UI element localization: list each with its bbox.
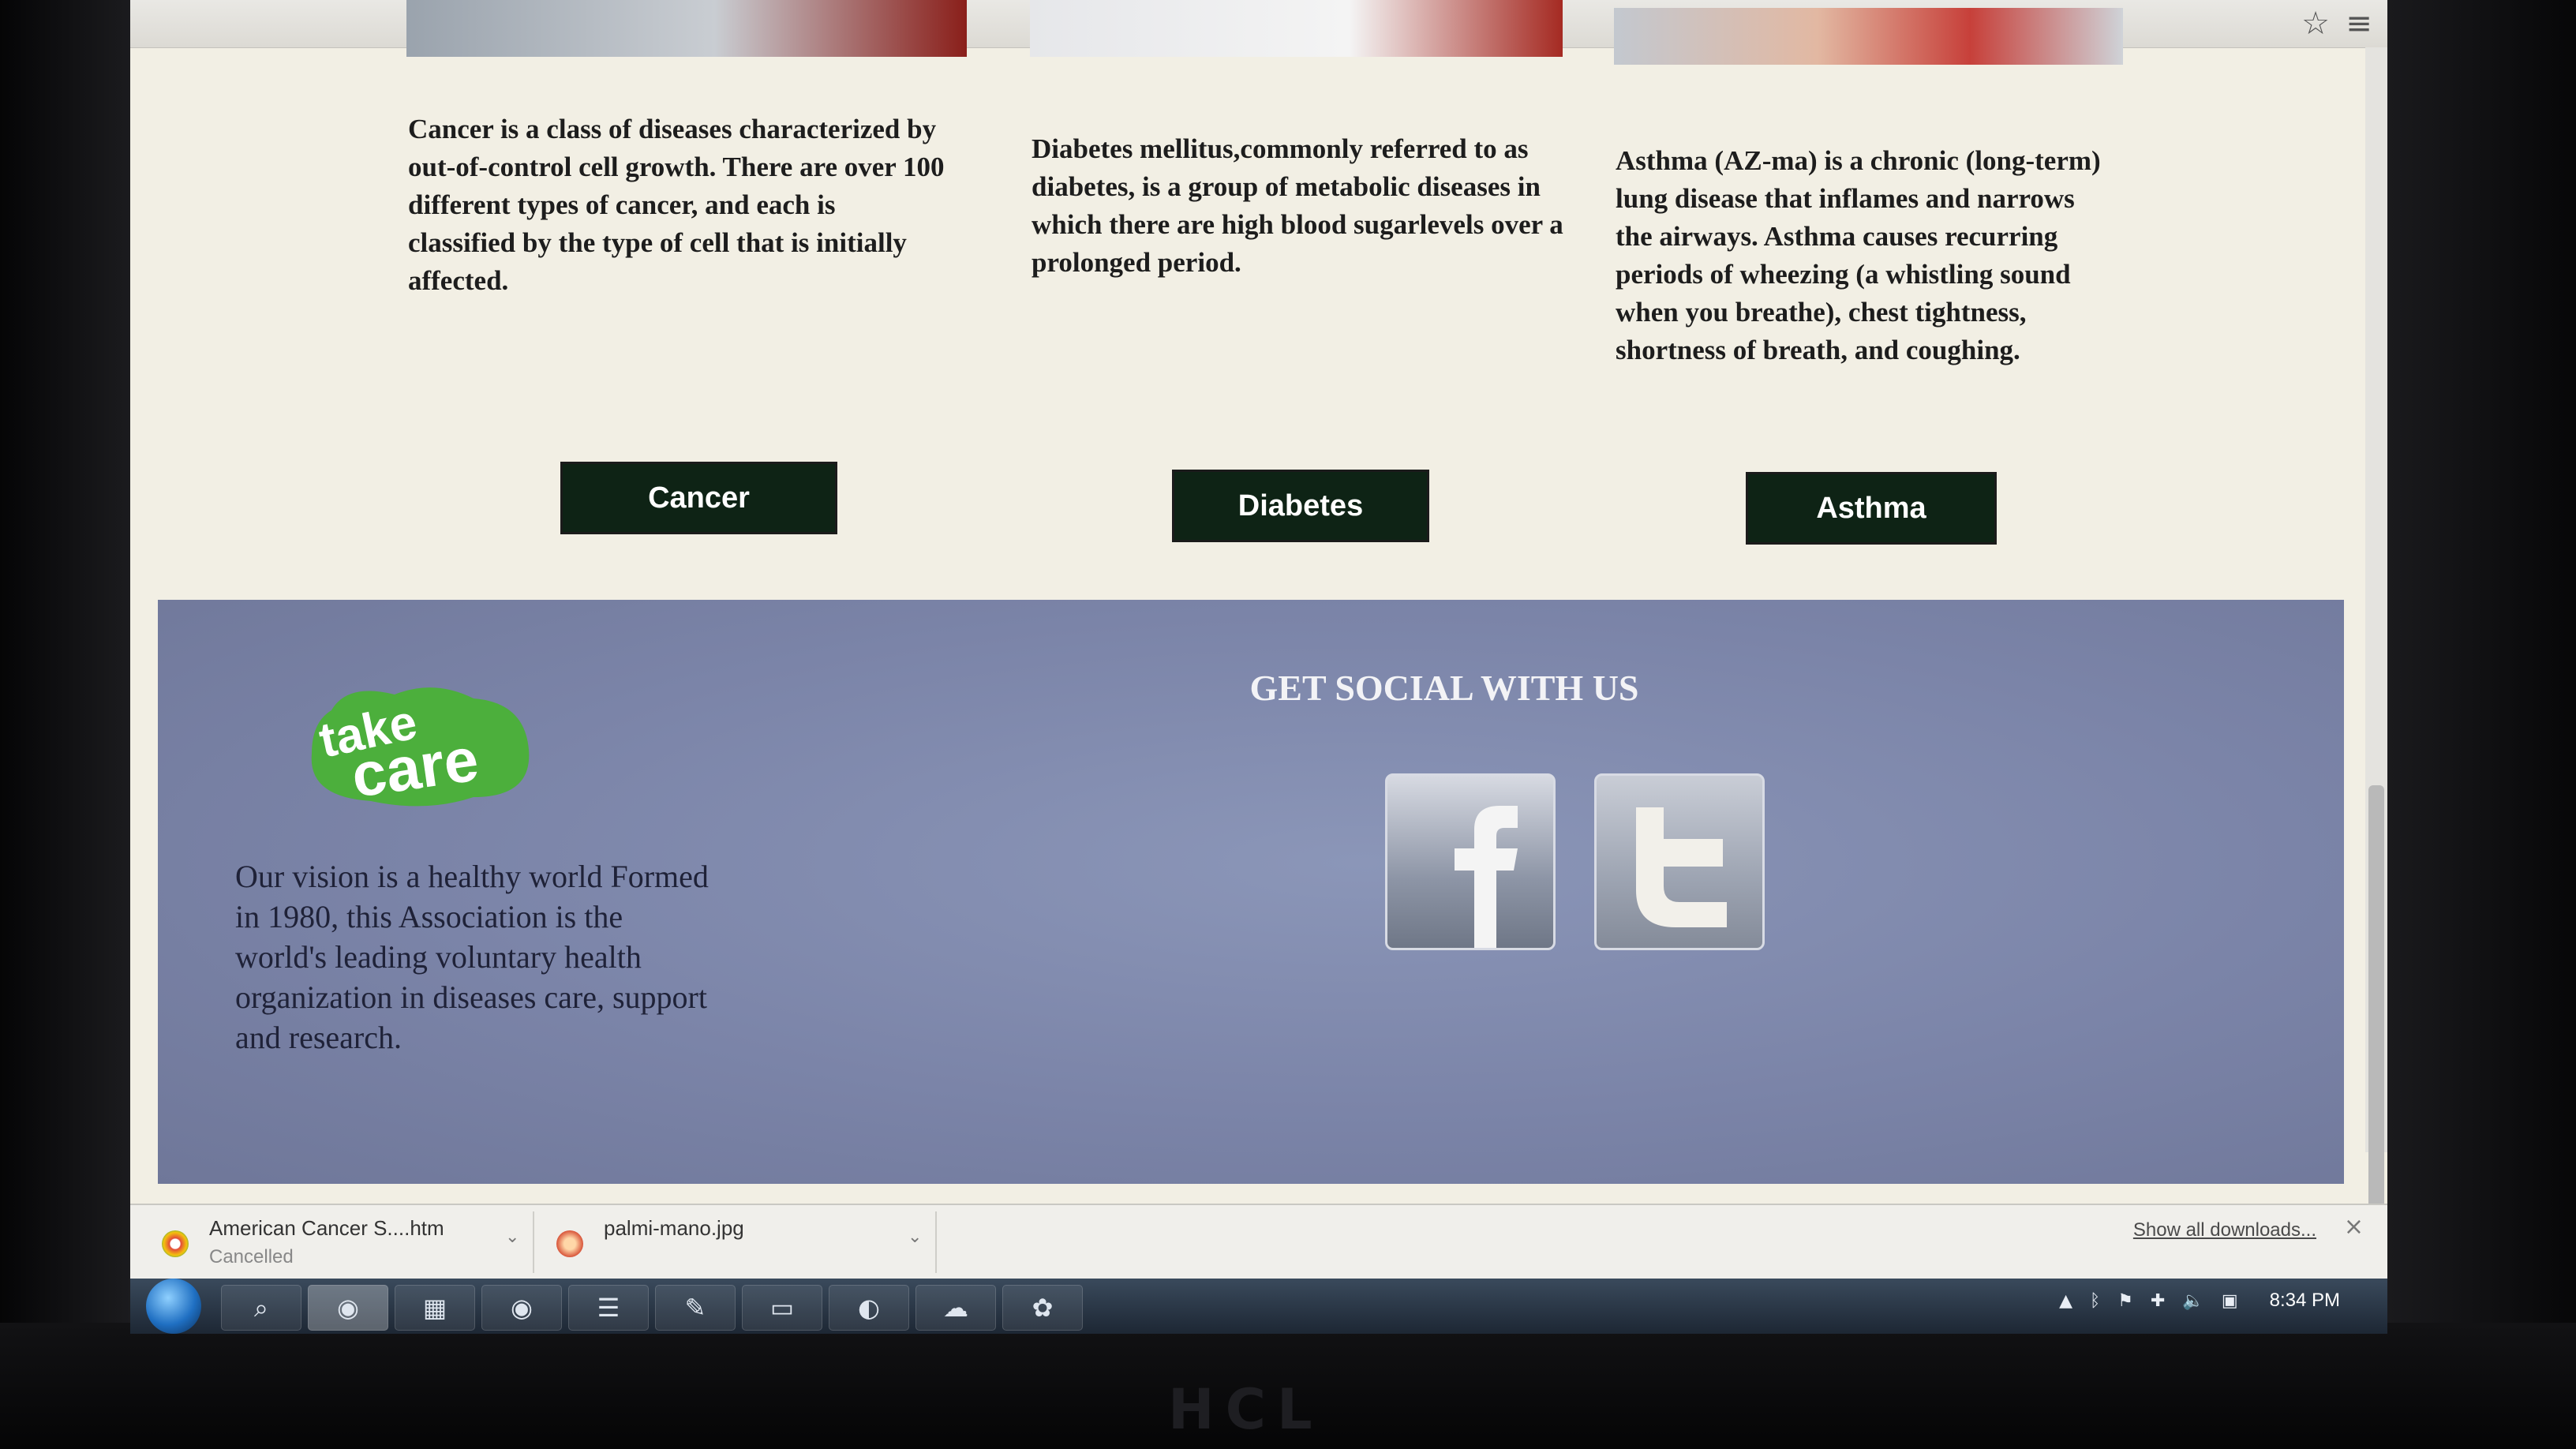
monitor-brand-logo: HCL <box>1168 1377 1324 1442</box>
download-status: Cancelled <box>209 1246 294 1267</box>
download-item[interactable]: palmi-mano.jpg ⌄ <box>541 1211 937 1273</box>
bluetooth-icon[interactable]: ᛒ <box>2090 1291 2100 1311</box>
twitter-icon <box>1636 807 1727 927</box>
download-item[interactable]: American Cancer S....htm Cancelled ⌄ <box>146 1211 534 1273</box>
notepad-taskbar-button[interactable]: ✎ <box>655 1285 736 1331</box>
monitor-bezel-right <box>2387 0 2576 1449</box>
tray-expand-icon[interactable]: ▲ <box>2059 1291 2072 1311</box>
browser-window: ☆ ≡ Cancer is a class of diseases charac… <box>130 0 2387 1334</box>
cancer-image <box>406 0 967 57</box>
close-icon[interactable]: × <box>2344 1213 2364 1241</box>
paint-taskbar-button[interactable]: ✿ <box>1002 1285 1083 1331</box>
facebook-button[interactable] <box>1385 773 1556 950</box>
asthma-button[interactable]: Asthma <box>1746 472 1997 545</box>
downloads-shelf: American Cancer S....htm Cancelled ⌄ pal… <box>130 1204 2387 1280</box>
monitor-bezel-left <box>0 0 130 1449</box>
chrome-taskbar-button-2[interactable]: ◉ <box>481 1285 562 1331</box>
library-taskbar-button[interactable]: ☰ <box>568 1285 649 1331</box>
windows-taskbar: ⌕ ◉ ▦ ◉ ☰ ✎ ▭ ◐ ☁ ✿ ▲ ᛒ ⚑ ✚ 🔈 ▣ 8:34 PM <box>130 1279 2387 1334</box>
chrome-file-icon <box>162 1230 189 1257</box>
chrome-taskbar-button[interactable]: ◉ <box>308 1285 388 1331</box>
facebook-icon <box>1455 806 1518 948</box>
bookmark-star-icon[interactable]: ☆ <box>2297 6 2334 41</box>
vision-statement: Our vision is a healthy world Formed in … <box>235 859 709 1055</box>
diabetes-description: Diabetes mellitus,commonly referred to a… <box>1032 133 1563 278</box>
media-taskbar-button[interactable]: ◐ <box>829 1285 909 1331</box>
download-filename: American Cancer S....htm <box>209 1216 444 1240</box>
diabetes-button[interactable]: Diabetes <box>1172 470 1429 542</box>
diabetes-image <box>1030 0 1563 57</box>
network-icon[interactable]: ▣ <box>2222 1291 2238 1311</box>
calculator-taskbar-button[interactable]: ▦ <box>395 1285 475 1331</box>
asthma-description: Asthma (AZ-ma) is a chronic (long-term) … <box>1616 145 2101 365</box>
flag-icon[interactable]: ⚑ <box>2117 1291 2133 1311</box>
scrollbar-thumb[interactable] <box>2368 785 2384 1211</box>
folder-taskbar-button[interactable]: ▭ <box>742 1285 822 1331</box>
clock[interactable]: 8:34 PM <box>2270 1290 2340 1312</box>
volume-icon[interactable]: 🔈 <box>2182 1291 2203 1311</box>
asthma-image <box>1614 8 2123 65</box>
menu-icon[interactable]: ≡ <box>2340 6 2378 41</box>
twitter-button[interactable] <box>1594 773 1765 950</box>
chevron-down-icon[interactable]: ⌄ <box>908 1227 922 1247</box>
search-icon[interactable]: ⌕ <box>221 1285 301 1331</box>
site-footer: take care take care Our vision is a heal… <box>158 600 2344 1184</box>
social-heading: GET SOCIAL WITH US <box>1249 668 1639 708</box>
antivirus-icon[interactable]: ✚ <box>2151 1291 2165 1311</box>
page-scrollbar[interactable] <box>2365 47 2387 1211</box>
image-file-icon <box>556 1230 583 1257</box>
cancer-description: Cancer is a class of diseases characteri… <box>408 114 945 296</box>
take-care-logo[interactable]: take care take care <box>300 679 537 813</box>
show-all-downloads-link[interactable]: Show all downloads... <box>2133 1219 2316 1241</box>
download-filename: palmi-mano.jpg <box>604 1216 744 1240</box>
cancer-button[interactable]: Cancer <box>560 462 837 534</box>
system-tray: ▲ ᛒ ⚑ ✚ 🔈 ▣ 8:34 PM <box>2059 1290 2340 1312</box>
network-taskbar-button[interactable]: ☁ <box>915 1285 996 1331</box>
start-button[interactable] <box>146 1279 201 1334</box>
chevron-down-icon[interactable]: ⌄ <box>505 1227 519 1247</box>
